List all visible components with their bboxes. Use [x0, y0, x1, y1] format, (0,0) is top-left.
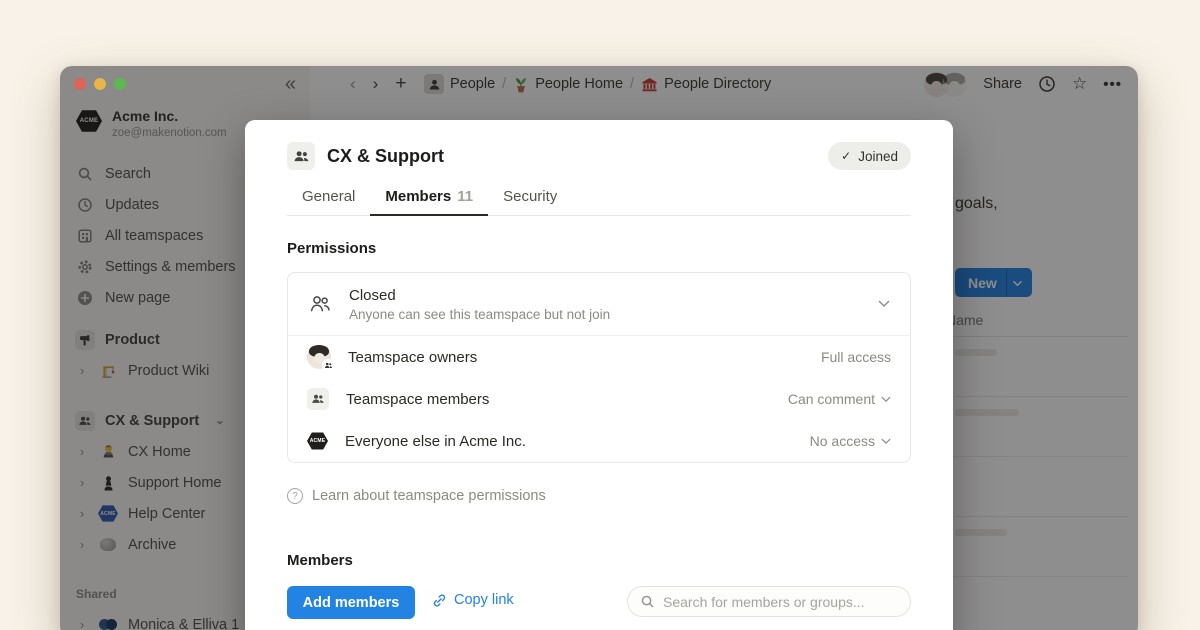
- chevron-down-icon: [881, 396, 891, 403]
- help-icon: ?: [287, 488, 303, 504]
- people-outline-icon: [308, 292, 332, 316]
- learn-permissions-link[interactable]: ? Learn about teamspace permissions: [287, 488, 546, 504]
- modal-header: CX & Support: [287, 142, 444, 170]
- teamspace-owners-avatar: [307, 345, 331, 369]
- permissions-heading: Permissions: [287, 240, 376, 257]
- modal-panel: CX & Support ✓ Joined General Members 11…: [245, 120, 953, 630]
- members-heading: Members: [287, 552, 353, 569]
- zoom-window-button[interactable]: [114, 78, 126, 90]
- permission-row-members[interactable]: Teamspace members Can comment: [288, 378, 910, 420]
- modal-tabs: General Members 11 Security: [287, 178, 911, 216]
- search-icon: [640, 594, 655, 609]
- tab-label: Members: [385, 188, 451, 205]
- tab-security[interactable]: Security: [488, 178, 572, 215]
- tab-label: Security: [503, 188, 557, 205]
- permission-value-dropdown[interactable]: Can comment: [788, 391, 891, 407]
- check-icon: ✓: [841, 149, 851, 163]
- people-icon: [287, 142, 315, 170]
- permission-value-label: Can comment: [788, 391, 875, 407]
- tab-count-badge: 11: [457, 188, 473, 205]
- member-search: [627, 586, 911, 617]
- permission-row-label: Everyone else in Acme Inc.: [345, 433, 793, 450]
- permission-value: Full access: [821, 349, 891, 365]
- copy-link-button[interactable]: Copy link: [432, 592, 514, 608]
- modal-title: CX & Support: [327, 146, 444, 167]
- copy-link-label: Copy link: [454, 592, 514, 608]
- access-level-title: Closed: [349, 287, 610, 304]
- tab-general[interactable]: General: [287, 178, 370, 215]
- tab-members[interactable]: Members 11: [370, 178, 488, 216]
- joined-label: Joined: [858, 149, 898, 164]
- permission-row-everyone[interactable]: ACME Everyone else in Acme Inc. No acces…: [288, 420, 910, 462]
- access-level-subtitle: Anyone can see this teamspace but not jo…: [349, 307, 610, 322]
- window-controls: [74, 78, 126, 90]
- app-window: « ACME Acme Inc. zoe@makenotion.com Sear…: [60, 66, 1138, 630]
- permission-value-label: No access: [810, 433, 875, 449]
- learn-link-label: Learn about teamspace permissions: [312, 488, 546, 504]
- permission-row-label: Teamspace members: [346, 391, 771, 408]
- chevron-down-icon: [878, 300, 890, 308]
- permission-row-label: Teamspace owners: [348, 349, 804, 366]
- chevron-down-icon: [881, 438, 891, 445]
- add-members-button[interactable]: Add members: [287, 586, 415, 619]
- minimize-window-button[interactable]: [94, 78, 106, 90]
- tab-label: General: [302, 188, 355, 205]
- link-icon: [432, 593, 447, 608]
- joined-button[interactable]: ✓ Joined: [828, 142, 911, 170]
- permissions-card: Closed Anyone can see this teamspace but…: [287, 272, 911, 463]
- people-icon: [307, 388, 329, 410]
- teamspace-settings-modal: CX & Support ✓ Joined General Members 11…: [245, 120, 953, 630]
- desktop: { "colors": { "accent-blue": "#2383E2", …: [0, 0, 1200, 630]
- people-mini-badge-icon: [322, 359, 334, 371]
- access-level-selector[interactable]: Closed Anyone can see this teamspace but…: [288, 273, 910, 336]
- close-window-button[interactable]: [74, 78, 86, 90]
- member-search-input[interactable]: [663, 594, 898, 610]
- permission-value-label: Full access: [821, 349, 891, 365]
- permission-value-dropdown[interactable]: No access: [810, 433, 891, 449]
- permission-row-owners[interactable]: Teamspace owners Full access: [288, 336, 910, 378]
- acme-logo: ACME: [307, 432, 328, 451]
